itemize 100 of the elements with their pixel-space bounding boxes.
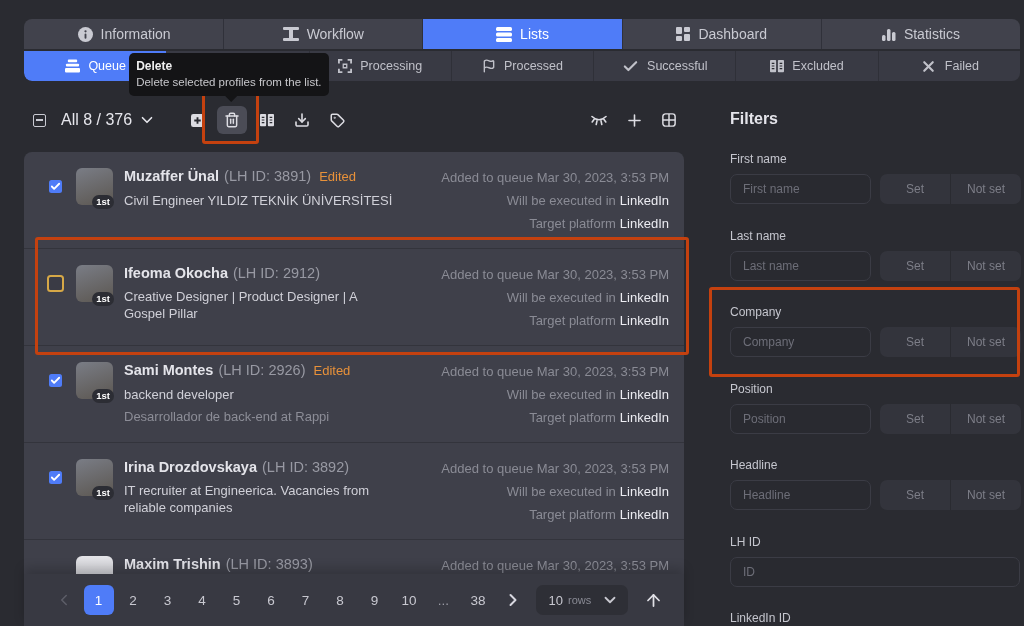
target-label: Target platform: [529, 215, 616, 233]
connection-degree: 1st: [92, 389, 114, 403]
profile-name: Irina Drozdovskaya: [124, 459, 257, 475]
edited-tag: Edited: [319, 169, 356, 184]
info-icon: [77, 26, 93, 42]
page-button[interactable]: 38: [463, 585, 493, 615]
documents-icon: [770, 59, 785, 73]
dashboard-icon: [676, 27, 691, 41]
checkbox[interactable]: [49, 374, 62, 387]
headline: IT recruiter at Engineerica. Vacancies from reliable companies: [124, 482, 371, 516]
flag-icon: [481, 59, 496, 73]
grid-icon: [662, 113, 676, 127]
headline: backend developer: [124, 386, 235, 403]
platform-name: LinkedIn: [619, 483, 669, 501]
page-ellipsis: ...: [436, 592, 451, 608]
position-text: Desarrollador de back-end at Rappi: [124, 408, 331, 426]
platform-name: LinkedIn: [619, 312, 669, 330]
download-icon: [294, 112, 311, 128]
check-icon: [50, 472, 61, 483]
check-icon: [50, 375, 61, 386]
filters-title: Filters: [730, 109, 779, 129]
text-input[interactable]: ID: [730, 556, 1020, 587]
platform-name: LinkedIn: [619, 215, 669, 233]
profile-name: Ifeoma Okocha: [124, 265, 228, 281]
checkbox[interactable]: [49, 180, 62, 193]
select-all-checkbox[interactable]: [33, 113, 46, 127]
tab[interactable]: Information: [24, 19, 224, 49]
platform-name: LinkedIn: [619, 506, 669, 524]
page-button[interactable]: 9: [359, 585, 390, 615]
text-input[interactable]: Company: [730, 327, 871, 357]
avatar-photo: [76, 362, 113, 399]
lh-id: (LH ID: 3893): [225, 556, 313, 572]
added-date: Added to queue Mar 30, 2023, 3:53 PM: [441, 557, 669, 574]
platform-name: LinkedIn: [619, 192, 669, 210]
page-button[interactable]: 7: [290, 585, 321, 615]
tab[interactable]: Dashboard: [621, 19, 821, 49]
tab[interactable]: Failed: [877, 51, 1020, 81]
tab[interactable]: Successful: [593, 51, 736, 81]
execution-label: Will be executed in: [506, 289, 616, 307]
execution-label: Will be executed in: [506, 386, 616, 404]
target-label: Target platform: [529, 409, 616, 427]
selection-dropdown[interactable]: All 8 / 376: [61, 111, 157, 129]
tab[interactable]: Statistics: [820, 19, 1020, 49]
profile-name: Maxim Trishin: [124, 556, 221, 572]
rows-select[interactable]: 10 rows: [535, 585, 628, 615]
text-input[interactable]: Headline: [730, 480, 871, 510]
lh-id: (LH ID: 2912): [232, 265, 320, 281]
checkbox[interactable]: [47, 275, 64, 292]
text-input[interactable]: Position: [730, 403, 871, 434]
platform-name: LinkedIn: [619, 386, 669, 404]
target-label: Target platform: [529, 506, 616, 524]
avatar-photo: [76, 168, 113, 205]
lh-id: (LH ID: 3891): [224, 168, 312, 184]
page-button[interactable]: 10: [394, 585, 424, 615]
filter-label: Position: [730, 380, 774, 397]
connection-degree: 1st: [92, 486, 114, 500]
lh-id: (LH ID: 3892): [262, 459, 350, 475]
page-button[interactable]: 6: [256, 585, 286, 615]
profile-name: Muzaffer Ünal: [124, 168, 220, 184]
page-button[interactable]: 5: [221, 585, 252, 615]
bar-chart-icon: [881, 27, 896, 41]
added-date: Added to queue Mar 30, 2023, 3:53 PM: [441, 169, 669, 187]
avatar-photo: [76, 459, 113, 496]
page-button[interactable]: 2: [118, 585, 148, 615]
lh-id: (LH ID: 2926): [218, 362, 306, 378]
edited-tag: Edited: [313, 363, 351, 378]
execution-label: Will be executed in: [506, 192, 616, 210]
closed-eye-icon: [591, 114, 607, 126]
i-beam-icon: [282, 27, 299, 41]
delete-button[interactable]: [217, 106, 248, 134]
tab[interactable]: Lists: [422, 19, 622, 49]
filter-label: Headline: [730, 457, 779, 473]
headline: Creative Designer | Product Designer | A Gospel Pillar: [124, 288, 359, 322]
page-button[interactable]: 8: [325, 585, 355, 615]
target-label: Target platform: [529, 312, 616, 330]
added-date: Added to queue Mar 30, 2023, 3:53 PM: [441, 363, 669, 381]
filter-label: LinkedIn ID: [730, 610, 792, 626]
list-icon: [496, 26, 513, 42]
added-date: Added to queue Mar 30, 2023, 3:53 PM: [441, 266, 669, 284]
page-button[interactable]: 4: [187, 585, 217, 615]
platform-name: LinkedIn: [619, 409, 669, 427]
filter-label: Company: [730, 304, 783, 320]
added-date: Added to queue Mar 30, 2023, 3:53 PM: [441, 460, 669, 478]
stack-icon: [65, 59, 81, 73]
checkbox[interactable]: [49, 471, 62, 484]
execution-label: Will be executed in: [506, 483, 616, 501]
text-input[interactable]: Last name: [730, 250, 871, 281]
trash-icon: [224, 112, 241, 128]
tab[interactable]: Processed: [450, 51, 594, 81]
page-button[interactable]: 1: [83, 585, 114, 615]
text-input[interactable]: First name: [730, 174, 871, 204]
filter-label: First name: [730, 151, 788, 167]
connection-degree: 1st: [92, 292, 114, 306]
tab[interactable]: Excluded: [735, 51, 878, 81]
filter-label: LH ID: [730, 533, 762, 550]
connection-degree: 1st: [92, 195, 114, 209]
page-button[interactable]: 3: [152, 585, 183, 615]
scan-icon: [338, 59, 353, 73]
profile-name: Sami Montes: [124, 362, 214, 378]
documents-icon: [260, 113, 275, 127]
